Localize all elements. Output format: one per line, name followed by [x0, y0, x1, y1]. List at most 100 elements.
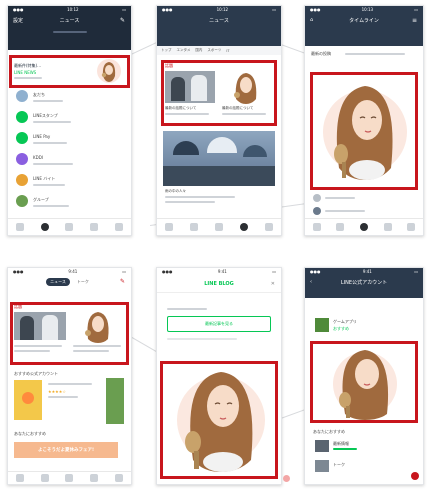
account-icon[interactable]	[315, 440, 329, 452]
umbrella-crowd-photo[interactable]	[163, 131, 275, 186]
tab-more-icon[interactable]	[407, 223, 416, 231]
text-placeholder	[333, 448, 357, 450]
tab-timeline-icon[interactable]	[214, 223, 223, 231]
timeline-subtitle: 最新の投稿	[311, 51, 331, 56]
status-time: 9:41	[68, 269, 78, 274]
tab-sports[interactable]: スポーツ	[207, 48, 221, 53]
tab-timeline-icon[interactable]	[65, 223, 74, 231]
status-time: 10:12	[67, 7, 79, 12]
highlight-frame	[310, 72, 418, 190]
close-icon[interactable]: ✕	[271, 281, 275, 287]
signal-icon: ●●●	[162, 269, 173, 274]
category-tabs: トップ エンタメ 国内 スポーツ IT	[157, 46, 281, 55]
nav-title: ニュース	[59, 17, 80, 24]
tab-timeline-icon[interactable]	[359, 223, 368, 231]
tab-top[interactable]: トップ	[161, 48, 172, 53]
menu-icon[interactable]: ≡	[412, 17, 417, 24]
blog-header: LINE BLOG ✕	[157, 276, 281, 293]
list-item-name[interactable]: 友だち	[33, 93, 45, 97]
phone-screen-official-account: ●●● 9:41 ▭ ‹ LINE公式アカウント ゲームアプリ おすすめ あなた…	[304, 267, 424, 485]
list-item-name[interactable]: LINEスタンプ	[33, 114, 58, 118]
section-title: あなたにおすすめ	[313, 429, 345, 434]
tab-domestic[interactable]: 国内	[195, 48, 202, 53]
tab-more-icon[interactable]	[264, 223, 273, 231]
avatar	[16, 195, 28, 207]
nav-bar: ⌂ タイムライン ≡	[305, 13, 423, 27]
signal-icon: ●●●	[310, 269, 321, 274]
button-label: 最新記事を見る	[205, 321, 233, 326]
tab-news-icon[interactable]	[383, 223, 392, 231]
list-item-name[interactable]: トーク	[333, 463, 345, 467]
nav-left-button[interactable]: 設定	[13, 17, 23, 24]
tab-entertainment[interactable]: エンタメ	[177, 48, 191, 53]
back-icon[interactable]: ‹	[310, 279, 312, 285]
account-card-image[interactable]	[106, 378, 124, 424]
list-item-name[interactable]: LINE Pay	[33, 135, 50, 139]
decorative-dot	[283, 475, 290, 482]
battery-icon: ▭	[272, 7, 276, 12]
nav-title: ニュース	[209, 17, 229, 24]
tab-chats-icon[interactable]	[190, 223, 199, 231]
text-placeholder	[165, 201, 215, 203]
status-bar: ●●● 9:41 ▭	[157, 268, 281, 275]
battery-icon: ▭	[414, 7, 418, 12]
search-tab-news[interactable]: ニュース	[46, 278, 70, 286]
tab-chats-icon[interactable]	[336, 223, 345, 231]
tab-friends-icon[interactable]	[16, 474, 25, 482]
text-placeholder	[33, 100, 63, 102]
tab-timeline-icon[interactable]	[65, 474, 74, 482]
line-blog-logo: LINE BLOG	[204, 281, 234, 287]
latest-articles-button[interactable]: 最新記事を見る	[167, 316, 271, 332]
tab-chats-icon[interactable]	[40, 474, 49, 482]
text-placeholder	[48, 383, 92, 385]
tab-more-icon[interactable]	[114, 474, 123, 482]
battery-icon: ▭	[414, 269, 418, 274]
promo-banner[interactable]: よこそうだよ夏休みフェア!	[14, 442, 118, 458]
avatar	[313, 194, 321, 202]
home-icon[interactable]: ⌂	[310, 17, 313, 23]
account-icon[interactable]	[315, 318, 329, 332]
text-placeholder	[167, 338, 237, 340]
text-placeholder	[33, 205, 69, 207]
highlight-frame	[310, 341, 418, 423]
tab-news-icon[interactable]	[90, 223, 99, 231]
status-bar: ●●● 9:41 ▭	[305, 268, 423, 275]
compose-icon[interactable]: ✎	[120, 17, 125, 24]
rating-stars: ★★★★☆	[48, 389, 66, 394]
photo-caption[interactable]: 雨の中の人々	[165, 189, 186, 194]
highlight-frame	[160, 361, 278, 479]
promo-banner-text: よこそうだよ夏休みフェア!	[37, 448, 95, 453]
search-bar[interactable]	[53, 31, 87, 33]
tab-news-icon[interactable]	[239, 223, 248, 231]
avatar	[16, 153, 28, 165]
phone-screen-line-blog: ●●● 9:41 ▭ LINE BLOG ✕ 最新記事を見る	[156, 267, 282, 485]
highlight-frame	[9, 55, 130, 88]
battery-icon: ▭	[122, 269, 126, 274]
block-title: あなたにおすすめ	[14, 431, 46, 436]
tab-more-icon[interactable]	[114, 223, 123, 231]
tab-bar	[305, 218, 423, 235]
tab-news-icon[interactable]	[90, 474, 99, 482]
list-item-name[interactable]: グループ	[33, 198, 49, 202]
list-item-name[interactable]: ゲームアプリ	[333, 320, 357, 324]
status-time: 9:41	[362, 269, 372, 274]
list-item-name[interactable]: LINE バイト	[33, 177, 55, 181]
tab-friends-icon[interactable]	[312, 223, 321, 231]
tab-friends-icon[interactable]	[165, 223, 174, 231]
edit-icon[interactable]: ✎	[120, 278, 125, 285]
nav-bar: 設定 ニュース ✎	[8, 13, 131, 27]
status-time: 9:41	[217, 269, 227, 274]
tab-it[interactable]: IT	[226, 49, 229, 53]
tab-chats-icon[interactable]	[40, 223, 49, 231]
status-bar: ●●● 10:13 ▭	[305, 6, 423, 13]
search-tabs: ニュース トーク	[8, 276, 131, 288]
search-tab-talk[interactable]: トーク	[73, 278, 93, 286]
list-item-name[interactable]: KDDI	[33, 156, 43, 160]
signal-icon: ●●●	[13, 269, 24, 274]
tab-friends-icon[interactable]	[16, 223, 25, 231]
phone-screen-timeline: ●●● 10:13 ▭ ⌂ タイムライン ≡ 最新の投稿	[304, 5, 424, 236]
list-item-name[interactable]: 最新情報	[333, 442, 349, 446]
account-card-image[interactable]	[14, 380, 42, 420]
account-icon[interactable]	[315, 460, 329, 472]
tab-bar	[157, 218, 281, 235]
